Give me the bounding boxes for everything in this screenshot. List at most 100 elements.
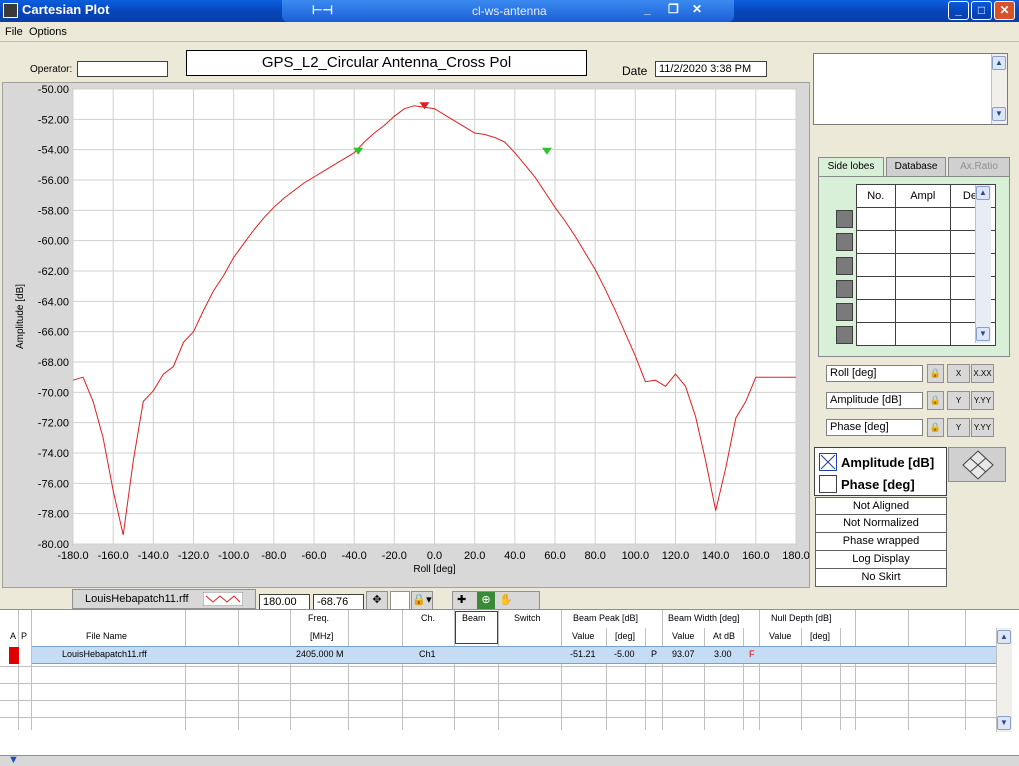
- y-tick-label: -78.00: [38, 509, 69, 521]
- table-scrollbar[interactable]: ▲ ▼: [996, 628, 1012, 732]
- x-tick-label: 0.0: [427, 550, 442, 562]
- plot-title[interactable]: GPS_L2_Circular Antenna_Cross Pol: [186, 50, 587, 76]
- inner-window-title-bar: ⊢⊣ cl-ws-antenna _ ❐ ✕: [282, 0, 734, 22]
- scroll-up-icon[interactable]: ▲: [976, 186, 990, 200]
- y-tick-label: -80.00: [38, 539, 69, 551]
- phase-axis-field[interactable]: Phase [deg]: [826, 419, 923, 436]
- table-row[interactable]: [32, 646, 996, 664]
- operator-field[interactable]: [77, 61, 168, 77]
- phase-scale-button[interactable]: Y: [947, 418, 970, 437]
- inner-minimize-icon[interactable]: _: [644, 2, 651, 16]
- lobe-scrollbar[interactable]: ▲ ▼: [975, 185, 991, 343]
- minimize-button[interactable]: _: [948, 1, 969, 20]
- y-axis-field[interactable]: Amplitude [dB]: [826, 392, 923, 409]
- date-field: 11/2/2020 3:38 PM: [655, 61, 767, 77]
- y-tick-label: -66.00: [38, 327, 69, 339]
- side-button[interactable]: [836, 303, 853, 321]
- y-tick-label: -70.00: [38, 387, 69, 399]
- menu-options[interactable]: Options: [29, 26, 67, 38]
- side-button[interactable]: [836, 280, 853, 298]
- tab-side-lobes[interactable]: Side lobes: [818, 157, 884, 176]
- row-freq: 2405.000 M: [296, 649, 344, 659]
- row-bw-flag: F: [749, 649, 755, 659]
- expand-icon[interactable]: ▼: [8, 754, 19, 766]
- column-header-beam-width[interactable]: Beam Width [deg]: [668, 613, 740, 623]
- column-header-p[interactable]: P: [21, 631, 27, 641]
- column-header-switch[interactable]: Switch: [514, 613, 541, 623]
- pin-icon[interactable]: ⊢⊣: [312, 3, 333, 17]
- axis-row-roll: Roll [deg] 🔒 X X.XX: [816, 362, 996, 387]
- scroll-down-icon[interactable]: ▼: [992, 107, 1006, 121]
- lock-icon[interactable]: 🔒: [927, 364, 944, 383]
- navigation-pad[interactable]: [948, 447, 1006, 482]
- zoom-icon[interactable]: ⊕: [477, 592, 495, 609]
- row-bw-at: 3.00: [714, 649, 732, 659]
- status-bar: ▼: [0, 754, 1019, 766]
- x-tick-label: -60.0: [301, 550, 326, 562]
- x-tick-label: -120.0: [178, 550, 209, 562]
- active-file-tab[interactable]: LouisHebapatch11.rff: [72, 589, 256, 609]
- column-header-freq[interactable]: Freq.: [308, 613, 329, 623]
- x-format-button[interactable]: X.XX: [971, 364, 994, 383]
- x-tick-label: 160.0: [742, 550, 770, 562]
- maximize-button[interactable]: □: [971, 1, 992, 20]
- tab-ax-ratio[interactable]: Ax.Ratio: [948, 157, 1010, 176]
- trace-swatch-icon: [203, 592, 243, 606]
- y-format-button[interactable]: Y.YY: [971, 391, 994, 410]
- info-scrollbar[interactable]: ▲ ▼: [991, 54, 1007, 124]
- side-button[interactable]: [836, 326, 853, 344]
- scroll-down-icon[interactable]: ▼: [997, 716, 1011, 730]
- tab-panel: Side lobes Database Ax.Ratio No. Ampl De…: [816, 157, 1010, 357]
- blank-tool-button[interactable]: [390, 591, 410, 610]
- side-button[interactable]: [836, 257, 853, 275]
- scroll-up-icon[interactable]: ▲: [992, 56, 1006, 70]
- column-header-nd-value: Value: [769, 631, 792, 641]
- x-axis-field[interactable]: Roll [deg]: [826, 365, 923, 382]
- phase-checkbox[interactable]: [819, 475, 837, 493]
- move-cursor-icon[interactable]: ✥: [366, 591, 388, 610]
- status-skirt[interactable]: No Skirt: [815, 569, 947, 587]
- amplitude-checkbox[interactable]: [819, 453, 837, 471]
- inner-restore-icon[interactable]: ❐: [668, 2, 679, 16]
- column-header-file-name[interactable]: File Name: [86, 631, 127, 641]
- cartesian-chart[interactable]: -180.0 -160.0 -140.0 -120.0 -100.0 -80.0 -60.0…: [3, 83, 811, 589]
- menu-file[interactable]: File: [5, 26, 23, 38]
- column-header-a[interactable]: A: [10, 631, 16, 641]
- scroll-up-icon[interactable]: ▲: [997, 630, 1011, 644]
- lock-icon[interactable]: 🔒: [927, 418, 944, 437]
- column-header-null-depth[interactable]: Null Depth [dB]: [771, 613, 832, 623]
- side-button[interactable]: [836, 233, 853, 251]
- active-indicator[interactable]: [9, 647, 19, 664]
- x-tick-label: -140.0: [138, 550, 169, 562]
- column-header-beam-peak[interactable]: Beam Peak [dB]: [573, 613, 638, 623]
- inner-close-icon[interactable]: ✕: [692, 2, 702, 16]
- scroll-down-icon[interactable]: ▼: [976, 327, 990, 341]
- status-normalized[interactable]: Not Normalized: [815, 515, 947, 533]
- lock-dropdown-icon[interactable]: 🔒▾: [411, 591, 433, 610]
- y-tick-label: -68.00: [38, 357, 69, 369]
- status-phase-wrapped[interactable]: Phase wrapped: [815, 533, 947, 551]
- column-header-ch[interactable]: Ch.: [421, 613, 435, 623]
- column-header-beam[interactable]: Beam: [462, 613, 486, 623]
- hand-pan-icon[interactable]: ✋: [499, 592, 513, 609]
- close-button[interactable]: ✕: [994, 1, 1015, 20]
- axis-row-amplitude: Amplitude [dB] 🔒 Y Y.YY: [816, 389, 996, 414]
- lock-icon[interactable]: 🔒: [927, 391, 944, 410]
- y-scale-button[interactable]: Y: [947, 391, 970, 410]
- column-header-freq-unit: [MHz]: [310, 631, 334, 641]
- x-tick-label: 80.0: [584, 550, 605, 562]
- x-scale-button[interactable]: X: [947, 364, 970, 383]
- operator-label: Operator:: [30, 64, 73, 75]
- y-tick-label: -62.00: [38, 266, 69, 278]
- crosshair-icon[interactable]: ✚: [457, 592, 466, 609]
- column-header-bw-value: Value: [672, 631, 695, 641]
- side-button[interactable]: [836, 210, 853, 228]
- status-log-display[interactable]: Log Display: [815, 551, 947, 569]
- status-aligned[interactable]: Not Aligned: [815, 497, 947, 515]
- phase-format-button[interactable]: Y.YY: [971, 418, 994, 437]
- tab-database[interactable]: Database: [886, 157, 946, 176]
- menu-bar: File Options: [0, 22, 1019, 42]
- trace-legend: Amplitude [dB] Phase [deg]: [814, 447, 947, 496]
- legend-amplitude: Amplitude [dB]: [841, 455, 935, 470]
- y-tick-label: -56.00: [38, 175, 69, 187]
